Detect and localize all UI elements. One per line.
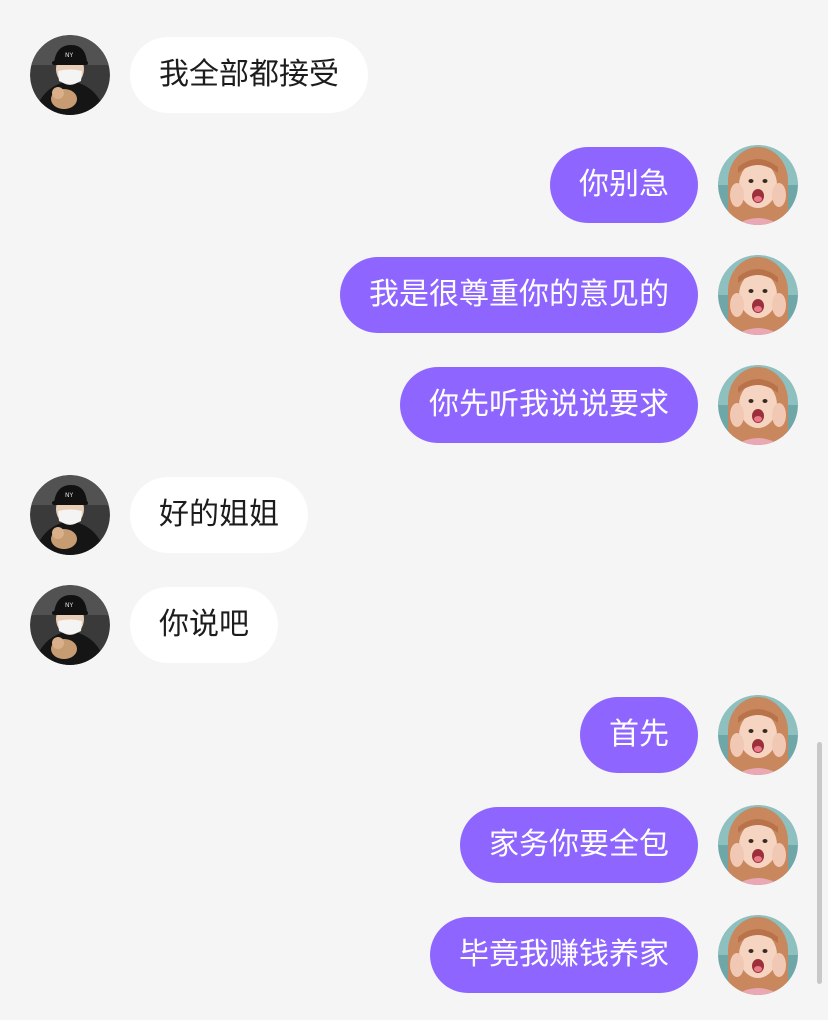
message-row: 你说吧 <box>0 585 828 665</box>
female-avatar-icon <box>718 805 798 885</box>
message-row: 家务你要全包 <box>0 805 828 885</box>
received-message-bubble[interactable]: 你说吧 <box>130 587 278 663</box>
received-message-bubble[interactable]: 好的姐姐 <box>130 477 308 553</box>
message-row: 你别急 <box>0 145 828 225</box>
sent-message-bubble[interactable]: 我是很尊重你的意见的 <box>340 257 698 333</box>
message-row: 我是很尊重你的意见的 <box>0 255 828 335</box>
sent-message-bubble[interactable]: 你先听我说说要求 <box>400 367 698 443</box>
contact-avatar[interactable] <box>30 585 110 665</box>
message-row: 好的姐姐 <box>0 475 828 555</box>
female-avatar-icon <box>718 145 798 225</box>
user-avatar[interactable] <box>718 695 798 775</box>
sent-message-bubble[interactable]: 首先 <box>580 697 698 773</box>
male-avatar-icon <box>30 585 110 665</box>
female-avatar-icon <box>718 365 798 445</box>
message-row: 毕竟我赚钱养家 <box>0 915 828 995</box>
male-avatar-icon <box>30 475 110 555</box>
female-avatar-icon <box>718 915 798 995</box>
message-row: 首先 <box>0 695 828 775</box>
female-avatar-icon <box>718 695 798 775</box>
received-message-bubble[interactable]: 我全部都接受 <box>130 37 368 113</box>
chat-conversation: 我全部都接受 你别急 我是很尊重你的意见的 你先听我说说要求 好的姐姐 你说吧 … <box>0 0 828 1020</box>
message-row: 我全部都接受 <box>0 35 828 115</box>
message-row: 你先听我说说要求 <box>0 365 828 445</box>
user-avatar[interactable] <box>718 365 798 445</box>
contact-avatar[interactable] <box>30 35 110 115</box>
user-avatar[interactable] <box>718 255 798 335</box>
sent-message-bubble[interactable]: 毕竟我赚钱养家 <box>430 917 698 993</box>
user-avatar[interactable] <box>718 805 798 885</box>
contact-avatar[interactable] <box>30 475 110 555</box>
male-avatar-icon <box>30 35 110 115</box>
sent-message-bubble[interactable]: 家务你要全包 <box>460 807 698 883</box>
user-avatar[interactable] <box>718 145 798 225</box>
user-avatar[interactable] <box>718 915 798 995</box>
sent-message-bubble[interactable]: 你别急 <box>550 147 698 223</box>
scrollbar[interactable] <box>817 742 822 984</box>
female-avatar-icon <box>718 255 798 335</box>
